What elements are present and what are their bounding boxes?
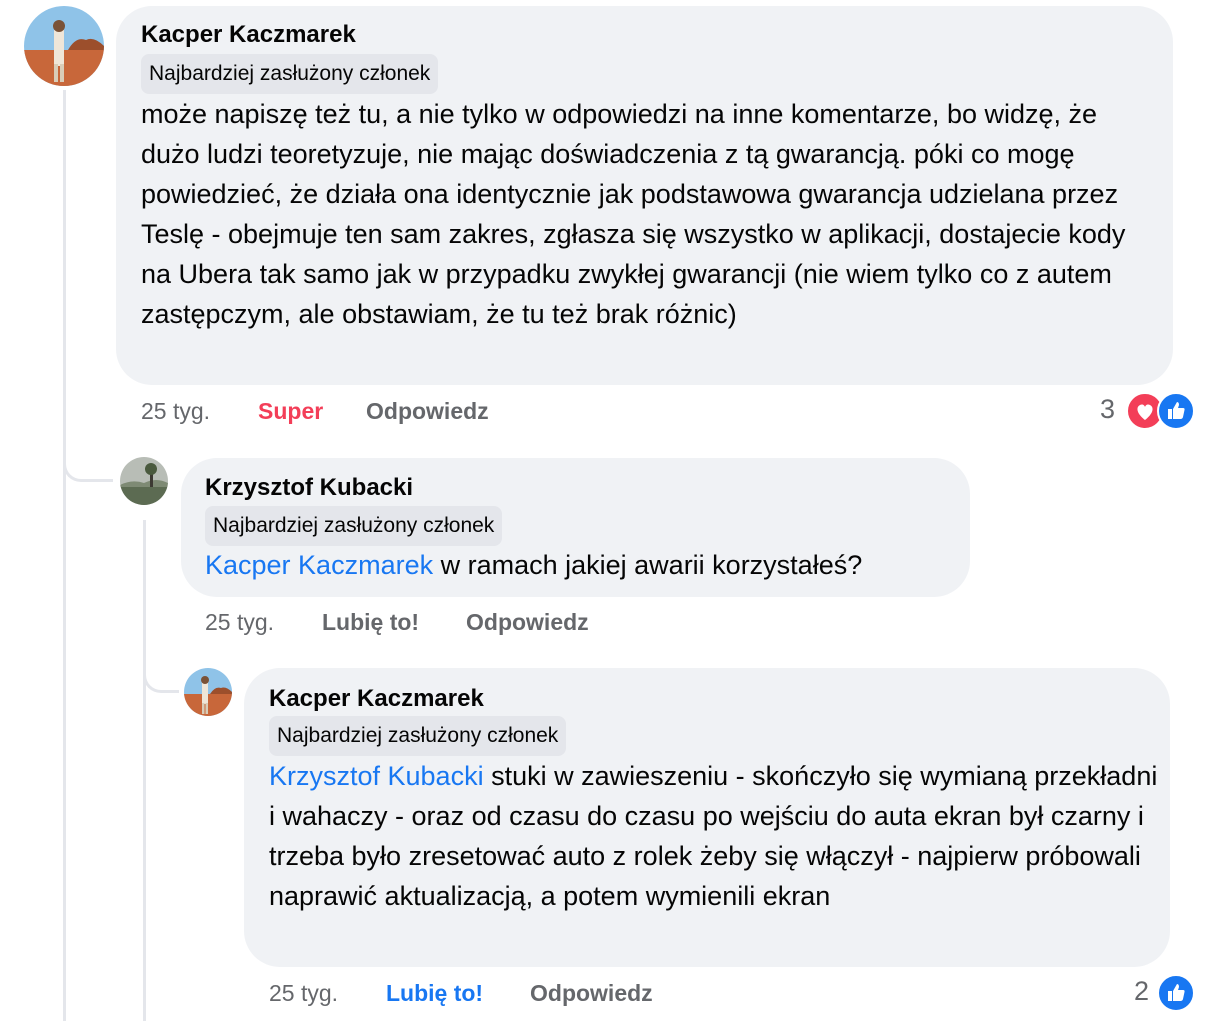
comment-timestamp[interactable]: 25 tyg. — [205, 609, 274, 636]
like-icon — [1157, 392, 1195, 430]
like-button[interactable]: Lubię to! — [322, 609, 419, 636]
reply-button[interactable]: Odpowiedz — [530, 980, 653, 1007]
comment-author[interactable]: Kacper Kaczmarek — [141, 21, 356, 49]
comment-text: Kacper Kaczmarek w ramach jakiej awarii … — [205, 545, 965, 585]
thread-line-main — [63, 90, 66, 1021]
avatar-photo-desert — [24, 6, 104, 86]
thread-line-branch-1 — [63, 440, 113, 482]
comment-bubble: Kacper Kaczmarek Najbardziej zasłużony c… — [244, 668, 1170, 967]
comment-bubble: Kacper Kaczmarek Najbardziej zasłużony c… — [116, 6, 1173, 385]
comment-actions: 25 tyg. Lubię to! Odpowiedz — [205, 609, 805, 639]
avatar[interactable] — [184, 668, 232, 716]
comment-text: Krzysztof Kubacki stuki w zawieszeniu - … — [269, 756, 1159, 916]
comment-timestamp[interactable]: 25 tyg. — [269, 980, 338, 1007]
comment-actions: 25 tyg. Lubię to! Odpowiedz — [269, 980, 869, 1010]
comment-timestamp[interactable]: 25 tyg. — [141, 398, 210, 425]
reaction-count[interactable]: 3 — [1100, 394, 1115, 425]
reaction-count[interactable]: 2 — [1134, 976, 1149, 1007]
thread-line-branch-2 — [143, 650, 179, 693]
member-badge: Najbardziej zasłużony członek — [141, 54, 439, 94]
member-badge: Najbardziej zasłużony członek — [269, 716, 567, 756]
mention-link[interactable]: Kacper Kaczmarek — [205, 550, 433, 580]
comment-text-body: w ramach jakiej awarii korzystałeś? — [433, 550, 863, 580]
comment-bubble: Krzysztof Kubacki Najbardziej zasłużony … — [181, 458, 970, 597]
thread-line-sub — [143, 520, 146, 1021]
like-icon — [1157, 974, 1195, 1012]
like-button[interactable]: Lubię to! — [386, 980, 483, 1007]
reply-button[interactable]: Odpowiedz — [366, 398, 489, 425]
mention-link[interactable]: Krzysztof Kubacki — [269, 761, 484, 791]
comment-author[interactable]: Kacper Kaczmarek — [269, 685, 484, 713]
avatar-photo-landscape — [120, 457, 168, 505]
member-badge: Najbardziej zasłużony członek — [205, 506, 503, 546]
comment-text: może napiszę też tu, a nie tylko w odpow… — [141, 99, 1126, 329]
avatar-photo-desert — [184, 668, 232, 716]
reaction-button[interactable]: Super — [258, 398, 323, 425]
comment-actions: 25 tyg. Super Odpowiedz — [141, 398, 841, 428]
avatar[interactable] — [24, 6, 104, 86]
avatar[interactable] — [120, 457, 168, 505]
comment-author[interactable]: Krzysztof Kubacki — [205, 474, 413, 502]
reply-button[interactable]: Odpowiedz — [466, 609, 589, 636]
